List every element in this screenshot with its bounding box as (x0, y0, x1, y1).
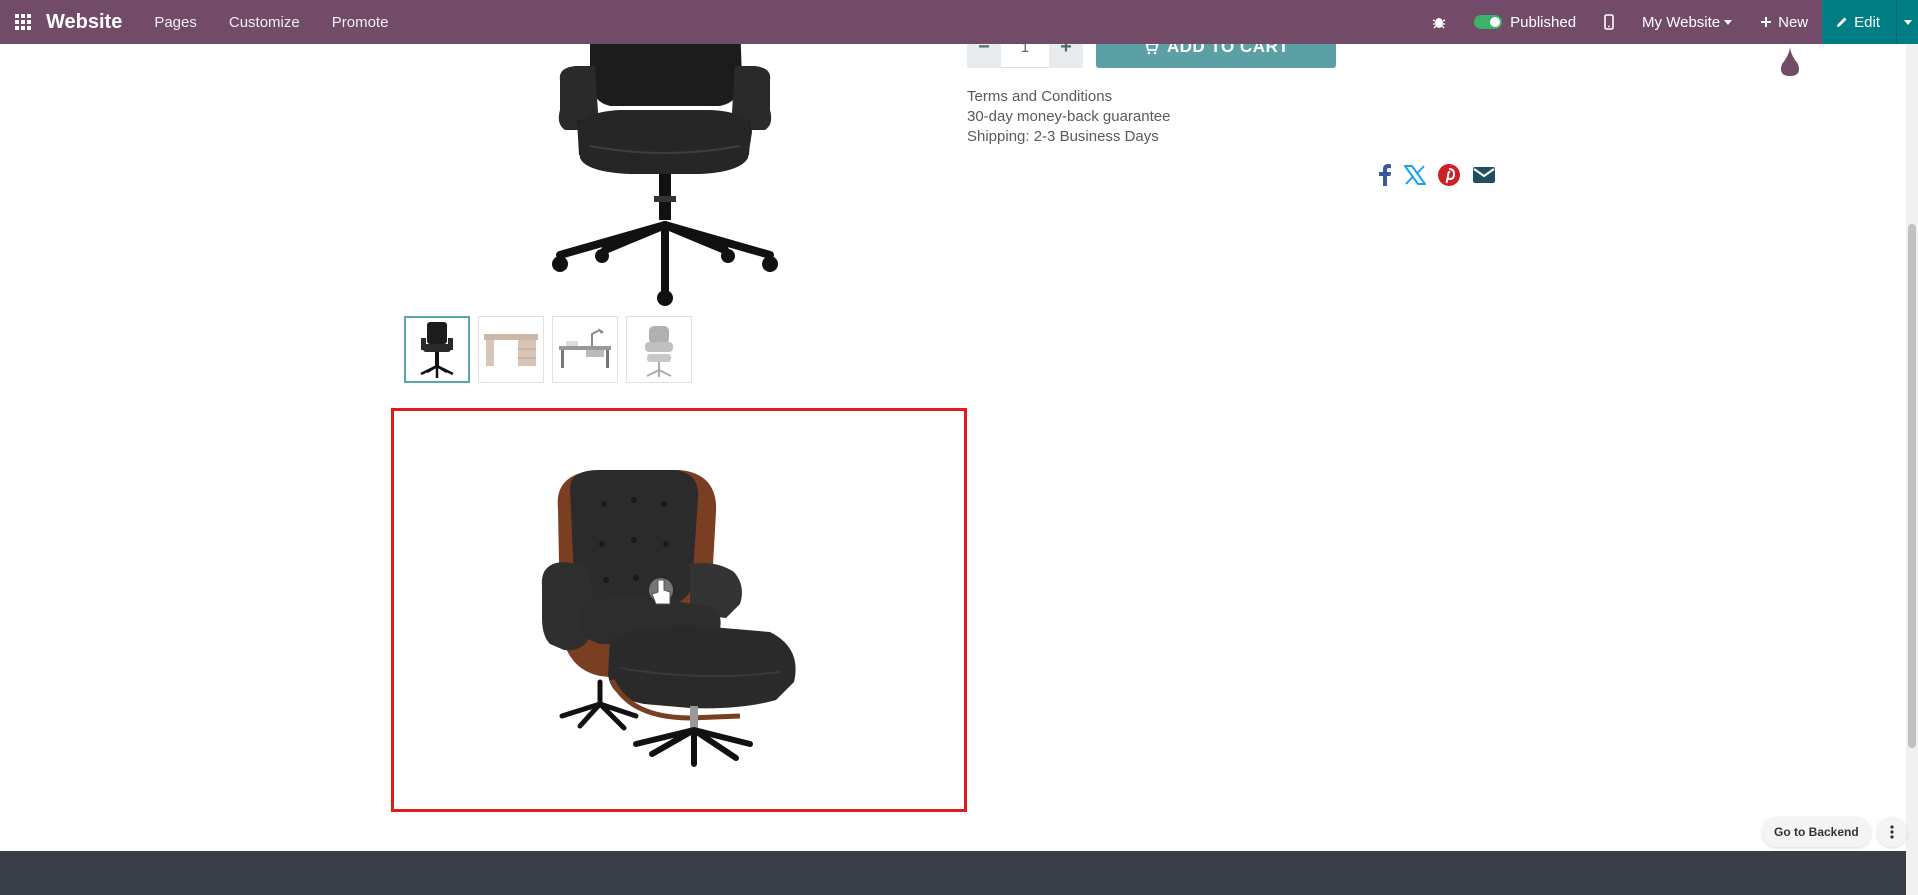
published-label: Published (1510, 13, 1577, 31)
x-icon[interactable] (1404, 165, 1426, 185)
backend-controls: Go to Backend (1762, 817, 1907, 847)
page-content: − 1 + ADD TO CART Terms and Conditions 3… (0, 0, 1918, 895)
menu-promote[interactable]: Promote (332, 14, 389, 31)
product-thumbnails (404, 316, 700, 383)
edit-label: Edit (1854, 13, 1880, 31)
toggle-switch[interactable] (1474, 15, 1503, 29)
website-label: My Website (1642, 13, 1721, 31)
menu-pages[interactable]: Pages (154, 14, 197, 31)
new-button[interactable]: New (1746, 0, 1822, 44)
edit-button[interactable]: Edit (1822, 0, 1896, 44)
product-lounge-chair-image[interactable] (540, 468, 820, 768)
edit-dropdown-toggle[interactable] (1896, 0, 1918, 44)
chevron-down-icon (1903, 19, 1912, 25)
thumbnail-lounge-chair[interactable] (626, 316, 692, 383)
page-scrollbar[interactable] (1906, 44, 1918, 895)
bug-icon[interactable] (1418, 0, 1460, 44)
shipping-text: Shipping: 2-3 Business Days (967, 128, 1159, 145)
thumbnail-desk-lamp[interactable] (552, 316, 618, 383)
website-switcher[interactable]: My Website (1628, 0, 1746, 44)
thumbnail-desk-wood[interactable] (478, 316, 544, 383)
share-links (1378, 164, 1508, 186)
chevron-down-icon (1724, 19, 1733, 25)
go-to-backend-button[interactable]: Go to Backend (1762, 817, 1871, 847)
pencil-icon (1837, 17, 1847, 27)
navbar-right: Published My Website New Edit (1418, 0, 1918, 44)
theme-drop-icon[interactable] (1778, 44, 1802, 83)
email-icon[interactable] (1472, 165, 1496, 185)
terms-link[interactable]: Terms and Conditions (967, 87, 1170, 107)
app-name[interactable]: Website (46, 11, 122, 34)
apps-menu-icon[interactable] (0, 0, 46, 44)
published-toggle[interactable]: Published (1460, 0, 1590, 44)
new-label: New (1778, 13, 1809, 31)
mobile-icon[interactable] (1590, 0, 1628, 44)
more-options-icon[interactable] (1876, 817, 1907, 847)
product-info: Terms and Conditions 30-day money-back g… (967, 87, 1170, 147)
plus-icon (1761, 17, 1772, 27)
menu-customize[interactable]: Customize (229, 14, 300, 31)
scrollbar-thumb[interactable] (1908, 224, 1916, 748)
pinterest-icon[interactable] (1438, 164, 1460, 186)
page-footer (0, 851, 1906, 895)
product-main-image[interactable] (520, 20, 810, 306)
top-navbar: Website Pages Customize Promote Publishe… (0, 0, 1918, 44)
guarantee-text: 30-day money-back guarantee (967, 108, 1171, 125)
facebook-icon[interactable] (1378, 164, 1392, 186)
thumbnail-office-chair[interactable] (404, 316, 470, 383)
